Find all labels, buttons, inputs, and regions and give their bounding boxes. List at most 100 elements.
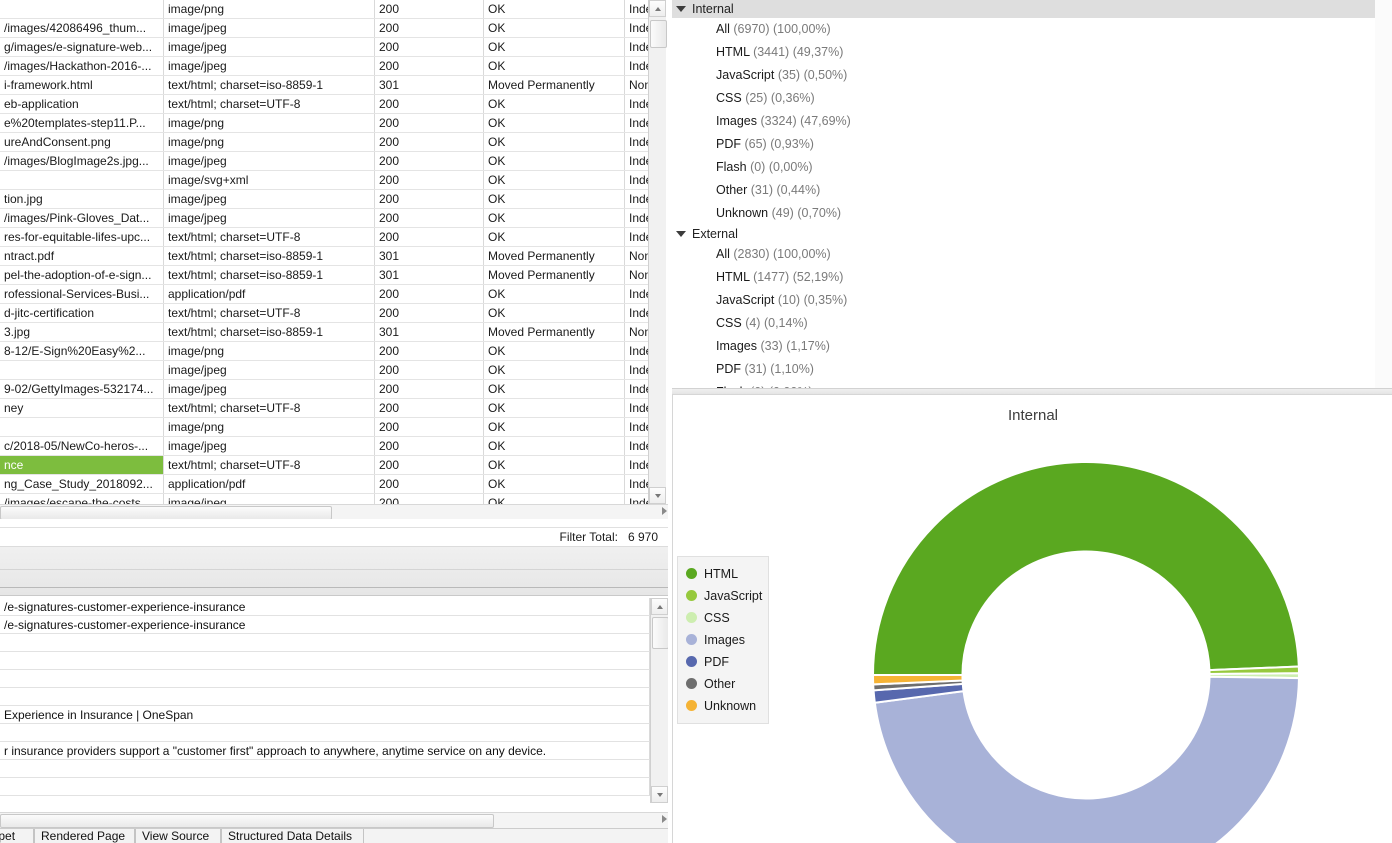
tree-item-images[interactable]: Images (3324) (47,69%): [672, 110, 1392, 133]
table-row[interactable]: ncetext/html; charset=UTF-8200OKIndexabl…: [0, 455, 648, 475]
detail-scroll-thumb[interactable]: [652, 617, 668, 649]
tree-item-pdf[interactable]: PDF (65) (0,93%): [672, 133, 1392, 156]
tree-item-images[interactable]: Images (33) (1,17%): [672, 335, 1392, 358]
table-row[interactable]: neytext/html; charset=UTF-8200OKIndexabl…: [0, 398, 648, 418]
overview-tree-scroll-area[interactable]: [1375, 0, 1392, 388]
table-row[interactable]: image/jpeg200OKIndexable: [0, 360, 648, 380]
detail-hscroll-thumb[interactable]: [0, 814, 494, 828]
table-row[interactable]: rofessional-Services-Busi... application/…: [0, 284, 648, 304]
list-item[interactable]: [0, 760, 650, 778]
tree-item-flash[interactable]: Flash (0) (0,00%): [672, 156, 1392, 179]
tab-structured-data-details[interactable]: Structured Data Details: [221, 829, 364, 843]
detail-scroll-down-arrow-icon[interactable]: [651, 786, 668, 803]
url-detail-panel: /e-signatures-customer-experience-insura…: [0, 598, 668, 816]
tree-group-external[interactable]: External: [672, 225, 1392, 243]
tree-item-javascript[interactable]: JavaScript (10) (0,35%): [672, 289, 1392, 312]
table-row[interactable]: /images/BlogImage2s.jpg... image/jpeg 200 O…: [0, 151, 648, 171]
chevron-down-icon[interactable]: [676, 5, 686, 12]
grid-cell-status-code: 200: [374, 379, 484, 399]
table-row[interactable]: /images/Pink-Gloves_Dat... image/jpeg 200 O…: [0, 208, 648, 228]
grid-horizontal-scrollbar[interactable]: [0, 504, 668, 519]
grid-cell-status-code: 301: [374, 265, 484, 285]
tree-item-pdf[interactable]: PDF (31) (1,10%): [672, 358, 1392, 381]
grid-cell-content-type: image/jpeg: [163, 379, 375, 399]
detail-vertical-scrollbar[interactable]: [650, 598, 668, 803]
legend-item-javascript[interactable]: JavaScript: [686, 585, 762, 607]
grid-cell-address: g/images/e-signature-web...: [0, 37, 164, 57]
legend-item-other[interactable]: Other: [686, 673, 760, 695]
donut-slice-images[interactable]: [873, 675, 1300, 843]
tree-item-other[interactable]: Other (31) (0,44%): [672, 179, 1392, 202]
url-detail-viewport[interactable]: /e-signatures-customer-experience-insura…: [0, 598, 650, 803]
legend-item-css[interactable]: CSS: [686, 607, 760, 629]
table-row[interactable]: ntract.pdf text/html; charset=iso-8859-1 3…: [0, 246, 648, 266]
list-item[interactable]: [0, 634, 650, 652]
table-row[interactable]: eb-application text/html; charset=UTF-8 20…: [0, 94, 648, 114]
tree-item-html[interactable]: HTML (1477) (52,19%): [672, 266, 1392, 289]
list-item[interactable]: [0, 724, 650, 742]
table-row[interactable]: e%20templates-step11.P... image/png 200 OK I…: [0, 113, 648, 133]
url-results-table[interactable]: image/png200OKIndexable/images/42086496_…: [0, 0, 648, 519]
table-row[interactable]: image/svg+xml200OKIndexable: [0, 170, 648, 190]
scroll-up-arrow-icon[interactable]: [649, 0, 666, 17]
donut-chart[interactable]: [861, 450, 1311, 843]
table-row[interactable]: c/2018-05/NewCo-heros-... image/jpeg 200 OK…: [0, 436, 648, 456]
tab-ippet[interactable]: ippet: [0, 829, 34, 843]
list-item[interactable]: [0, 670, 650, 688]
table-row[interactable]: g/images/e-signature-web... image/jpeg 200…: [0, 37, 648, 57]
table-row[interactable]: 3.jpg text/html; charset=iso-8859-1 301 Mov…: [0, 322, 648, 342]
detail-tab-strip[interactable]: ippetRendered PageView SourceStructured …: [0, 828, 668, 843]
list-item[interactable]: /e-signatures-customer-experience-insura…: [0, 598, 650, 616]
scroll-down-arrow-icon[interactable]: [649, 487, 666, 504]
list-item[interactable]: [0, 688, 650, 706]
list-item[interactable]: [0, 652, 650, 670]
grid-cell-address: 8-12/E-Sign%20Easy%2...: [0, 341, 164, 361]
legend-item-pdf[interactable]: PDF: [686, 651, 760, 673]
table-row[interactable]: 8-12/E-Sign%20Easy%2... image/png 200 OK Ind…: [0, 341, 648, 361]
tab-rendered-page[interactable]: Rendered Page: [34, 829, 135, 843]
table-row[interactable]: d-jitc-certification text/html; charset=U…: [0, 303, 648, 323]
table-row[interactable]: ng_Case_Study_2018092... application/pdf 2…: [0, 474, 648, 494]
panel-splitter[interactable]: [0, 546, 668, 596]
table-row[interactable]: ureAndConsent.pngimage/png200OKIndexable: [0, 132, 648, 152]
table-row[interactable]: i-framework.html text/html; charset=iso-8…: [0, 75, 648, 95]
scroll-right-arrow-icon[interactable]: [662, 507, 667, 515]
tree-group-internal[interactable]: Internal: [672, 0, 1392, 18]
url-results-grid-viewport[interactable]: image/png200OKIndexable/images/42086496_…: [0, 0, 648, 519]
tree-item-all[interactable]: All (6970) (100,00%): [672, 18, 1392, 41]
list-item[interactable]: [0, 778, 650, 796]
grid-scroll-thumb[interactable]: [650, 20, 667, 48]
table-row[interactable]: tion.jpgimage/jpeg200OKIndexable: [0, 189, 648, 209]
grid-hscroll-thumb[interactable]: [0, 506, 332, 519]
chevron-down-icon[interactable]: [676, 230, 686, 237]
detail-scroll-up-arrow-icon[interactable]: [651, 598, 668, 615]
tree-item-html[interactable]: HTML (3441) (49,37%): [672, 41, 1392, 64]
grid-vertical-scrollbar[interactable]: [648, 0, 667, 504]
table-row[interactable]: /images/42086496_thum... image/jpeg 200 OK I…: [0, 18, 648, 38]
table-row[interactable]: image/png200OKIndexable: [0, 417, 648, 437]
table-row[interactable]: res-for-equitable-lifes-upc... text/html;…: [0, 227, 648, 247]
tree-item-all[interactable]: All (2830) (100,00%): [672, 243, 1392, 266]
table-row[interactable]: 9-02/GettyImages-532174... image/jpeg 200 O…: [0, 379, 648, 399]
list-item[interactable]: r insurance providers support a "custome…: [0, 742, 650, 760]
list-item[interactable]: Experience in Insurance | OneSpan: [0, 706, 650, 724]
legend-item-unknown[interactable]: Unknown: [686, 695, 760, 717]
donut-slice-html[interactable]: [871, 461, 1300, 676]
grid-cell-content-type: text/html; charset=UTF-8: [163, 303, 375, 323]
tree-item-css[interactable]: CSS (4) (0,14%): [672, 312, 1392, 335]
legend-item-html[interactable]: HTML: [686, 563, 760, 585]
detail-horizontal-scrollbar[interactable]: [0, 812, 668, 828]
table-row[interactable]: pel-the-adoption-of-e-sign... text/html; …: [0, 265, 648, 285]
detail-scroll-right-arrow-icon[interactable]: [662, 815, 667, 823]
grid-cell-address: [0, 170, 164, 190]
donut-chart-svg[interactable]: [861, 450, 1311, 843]
table-row[interactable]: image/png200OKIndexable: [0, 0, 648, 19]
table-row[interactable]: /images/Hackathon-2016-... image/jpeg 200 O…: [0, 56, 648, 76]
tree-item-javascript[interactable]: JavaScript (35) (0,50%): [672, 64, 1392, 87]
list-item[interactable]: /e-signatures-customer-experience-insura…: [0, 616, 650, 634]
legend-item-images[interactable]: Images: [686, 629, 760, 651]
tab-view-source[interactable]: View Source: [135, 829, 221, 843]
tree-item-css[interactable]: CSS (25) (0,36%): [672, 87, 1392, 110]
tree-item-unknown[interactable]: Unknown (49) (0,70%): [672, 202, 1392, 225]
overview-tree-panel[interactable]: Internal All (6970) (100,00%) HTML (3441) …: [672, 0, 1392, 392]
